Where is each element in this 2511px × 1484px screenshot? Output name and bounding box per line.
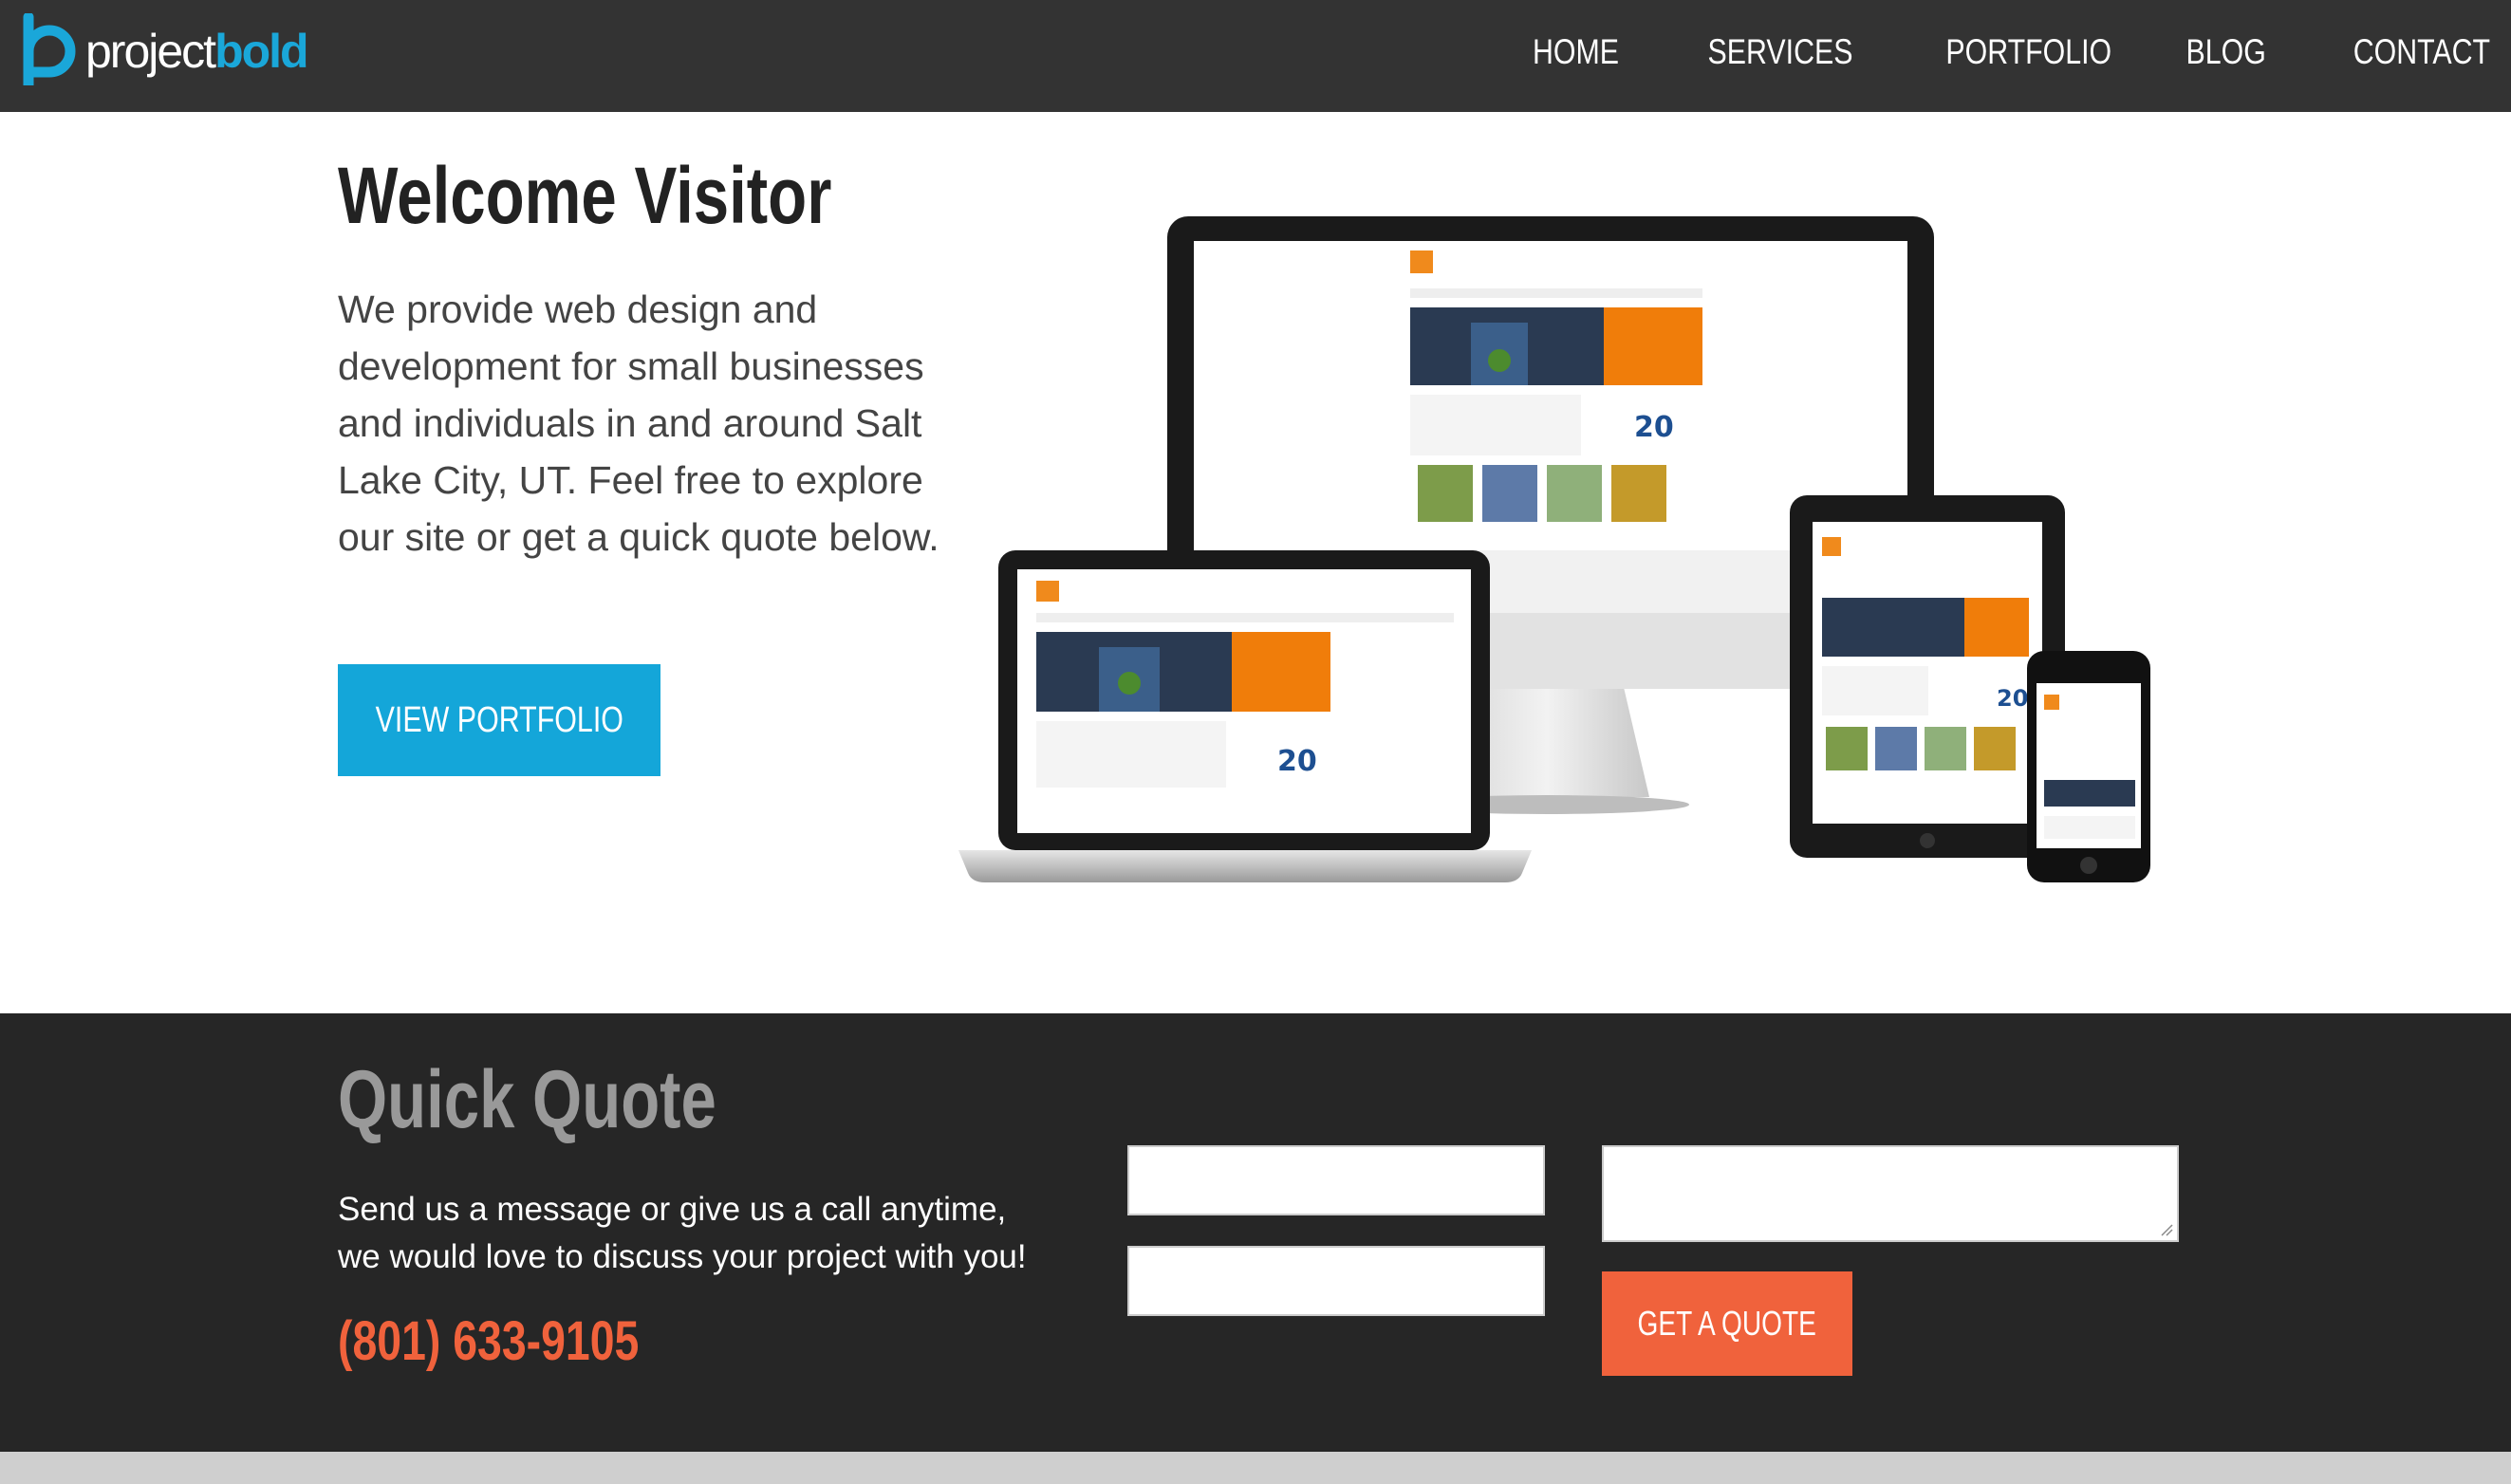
svg-text:20: 20 bbox=[1997, 685, 2028, 712]
main-nav: HOME SERVICES PORTFOLIO BLOG CONTACT bbox=[1457, 0, 2490, 104]
header-bar: projectbold HOME SERVICES PORTFOLIO BLOG… bbox=[0, 0, 2511, 112]
smartphone bbox=[2027, 651, 2150, 882]
email-input[interactable] bbox=[1127, 1246, 1545, 1316]
view-portfolio-label: VIEW PORTFOLIO bbox=[375, 699, 623, 740]
nav-portfolio-link[interactable]: PORTFOLIO bbox=[1945, 32, 2111, 72]
nav-blog-link[interactable]: BLOG bbox=[2186, 32, 2266, 72]
svg-text:20: 20 bbox=[1277, 745, 1317, 778]
name-input[interactable] bbox=[1127, 1145, 1545, 1215]
footer-strip bbox=[0, 1452, 2511, 1484]
quick-quote-description: Send us a message or give us a call anyt… bbox=[338, 1191, 1027, 1275]
hero-description: We provide web design and development fo… bbox=[338, 288, 939, 559]
message-textarea[interactable] bbox=[1602, 1145, 2179, 1242]
hero-title: Welcome Visitor bbox=[338, 151, 832, 240]
svg-text:20: 20 bbox=[1634, 411, 1674, 444]
laptop: 20 bbox=[958, 550, 1532, 882]
quick-quote-title: Quick Quote bbox=[338, 1054, 716, 1145]
tablet: 20 bbox=[1790, 495, 2065, 858]
responsive-devices-mockup-icon: 20 20 20 bbox=[958, 216, 2150, 882]
site-logo[interactable]: projectbold bbox=[21, 13, 309, 89]
logo-mark-icon bbox=[23, 13, 76, 85]
view-portfolio-button[interactable]: VIEW PORTFOLIO bbox=[338, 664, 660, 776]
nav-services-link[interactable]: SERVICES bbox=[1707, 32, 1852, 72]
nav-contact-link[interactable]: CONTACT bbox=[2353, 32, 2490, 72]
phone-number[interactable]: (801) 633-9105 bbox=[338, 1309, 639, 1373]
get-a-quote-button[interactable]: GET A QUOTE bbox=[1602, 1271, 1852, 1376]
nav-home-link[interactable]: HOME bbox=[1532, 32, 1618, 72]
logo-text-project: project bbox=[85, 25, 216, 78]
resize-handle-icon[interactable] bbox=[2160, 1223, 2173, 1236]
logo-text: projectbold bbox=[85, 25, 309, 78]
logo-text-bold: bold bbox=[214, 25, 309, 78]
get-a-quote-label: GET A QUOTE bbox=[1637, 1304, 1817, 1343]
